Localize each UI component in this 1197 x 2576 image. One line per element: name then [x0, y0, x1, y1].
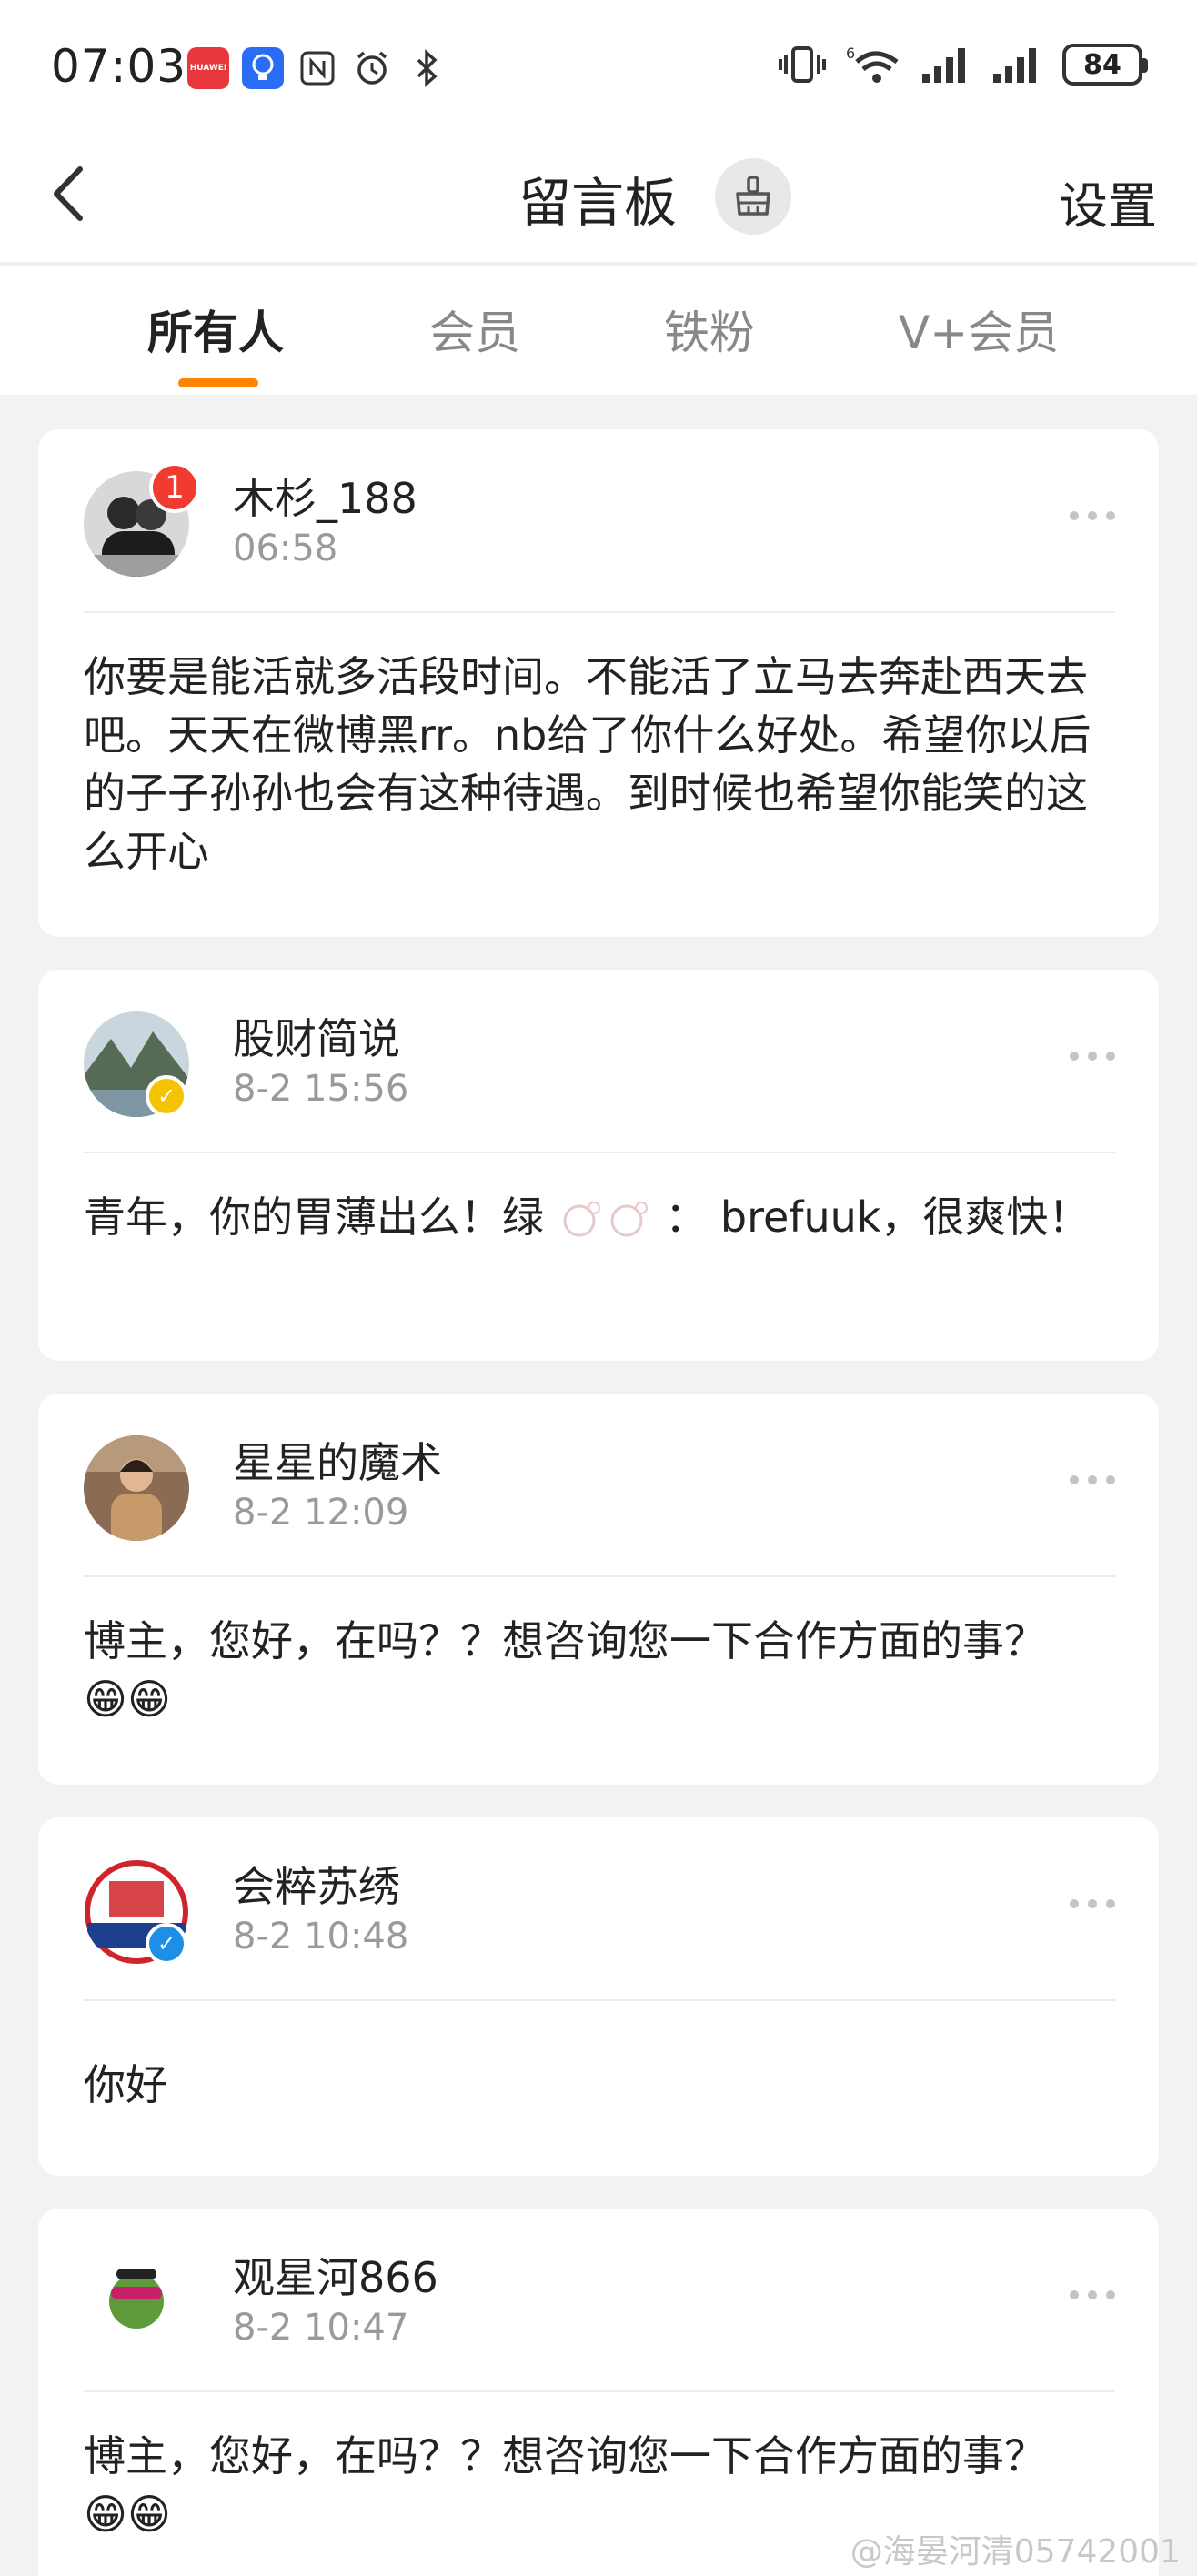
huawei-icon: HUAWEI — [187, 47, 229, 89]
page-title: 留言板 — [518, 172, 678, 234]
message-text-part: ： brefuuk，很爽快！ — [665, 1192, 1091, 1242]
tab-everyone[interactable]: 所有人 — [147, 297, 284, 362]
svg-text:6: 6 — [846, 45, 855, 62]
grin-emoji-icon: 😁😁 — [84, 1675, 171, 1724]
avatar[interactable] — [84, 2250, 189, 2356]
lightbulb-icon — [242, 47, 284, 89]
message-text-part: 博主，您好，在吗？？想咨询您一下合作方面的事？ — [84, 2431, 1046, 2480]
settings-button[interactable]: 设置 — [1059, 166, 1157, 237]
message-card[interactable]: ✓ 会粹苏绣 8-2 10:48 你好 — [38, 1817, 1159, 2176]
status-right: 6 84 — [779, 44, 1148, 86]
signal-icon — [922, 48, 965, 83]
status-time: 07:03 — [51, 40, 187, 93]
divider — [84, 2390, 1115, 2392]
message-text: 你好 — [84, 2060, 167, 2109]
back-button[interactable] — [40, 162, 104, 226]
tab-vplus-members[interactable]: V+会员 — [899, 297, 1059, 362]
bluetooth-icon — [406, 47, 448, 89]
avatar[interactable] — [84, 1435, 189, 1541]
divider — [84, 1152, 1115, 1153]
more-options-button[interactable] — [1070, 1052, 1115, 1061]
username[interactable]: 星星的魔术 — [233, 1430, 442, 1490]
timestamp: 06:58 — [233, 528, 338, 569]
message-card[interactable]: 观星河866 8-2 10:47 博主，您好，在吗？？想咨询您一下合作方面的事？… — [38, 2209, 1159, 2576]
wifi-icon: 6 — [846, 45, 899, 83]
tab-bar: 所有人 会员 铁粉 V+会员 — [0, 266, 1197, 395]
message-text-part: 博主，您好，在吗？？想咨询您一下合作方面的事？ — [84, 1616, 1046, 1665]
username[interactable]: 木杉_188 — [233, 466, 417, 526]
nav-bar: 留言板 设置 — [0, 136, 1197, 264]
battery-indicator: 84 — [1062, 44, 1148, 86]
clear-button[interactable] — [715, 158, 791, 235]
timestamp: 8-2 10:48 — [233, 1916, 409, 1957]
message-text: 青年，你的胃薄出么！绿 ： brefuuk，很爽快！ — [84, 1188, 1113, 1246]
vibrate-icon — [779, 46, 826, 83]
timestamp: 8-2 15:56 — [233, 1068, 409, 1110]
username[interactable]: 观星河866 — [233, 2245, 438, 2305]
message-card[interactable]: 星星的魔术 8-2 12:09 博主，您好，在吗？？想咨询您一下合作方面的事？ … — [38, 1394, 1159, 1785]
unread-badge: 1 — [149, 462, 200, 513]
more-options-button[interactable] — [1070, 1475, 1115, 1484]
message-text-part: 青年，你的胃薄出么！绿 — [84, 1192, 544, 1242]
divider — [84, 611, 1115, 613]
more-options-button[interactable] — [1070, 1899, 1115, 1908]
alarm-icon — [351, 47, 393, 89]
grin-emoji-icon: 😁😁 — [84, 2490, 171, 2539]
message-text: 博主，您好，在吗？？想咨询您一下合作方面的事？ 😁😁 — [84, 1612, 1113, 1728]
verified-badge-icon: ✓ — [146, 1075, 187, 1117]
verified-badge-icon: ✓ — [146, 1923, 187, 1965]
message-text: 你要是能活就多活段时间。不能活了立马去奔赴西天去吧。天天在微博黑rr。nb给了你… — [84, 652, 1091, 876]
nfc-icon — [297, 47, 338, 89]
status-bar: 07:03 HUAWEI 6 84 — [0, 0, 1197, 136]
chevron-left-icon — [54, 166, 83, 221]
watermark: @海晏河清05742001 — [850, 2533, 1181, 2571]
broom-icon — [736, 176, 770, 216]
tab-iron-fans[interactable]: 铁粉 — [664, 297, 755, 362]
divider — [84, 1999, 1115, 2001]
username[interactable]: 会粹苏绣 — [233, 1854, 400, 1914]
divider — [84, 1575, 1115, 1577]
username[interactable]: 股财简说 — [233, 1006, 400, 1066]
active-tab-indicator — [178, 378, 258, 387]
more-options-button[interactable] — [1070, 511, 1115, 520]
bubble-emoji-icon — [563, 1202, 600, 1237]
tab-members[interactable]: 会员 — [429, 297, 520, 362]
more-options-button[interactable] — [1070, 2290, 1115, 2299]
message-card[interactable]: ✓ 股财简说 8-2 15:56 青年，你的胃薄出么！绿 ： brefuuk，很… — [38, 970, 1159, 1361]
timestamp: 8-2 12:09 — [233, 1492, 409, 1534]
message-card[interactable]: 1 木杉_188 06:58 你要是能活就多活段时间。不能活了立马去奔赴西天去吧… — [38, 429, 1159, 937]
signal-icon-2 — [993, 48, 1036, 83]
timestamp: 8-2 10:47 — [233, 2307, 409, 2349]
status-app-icons: HUAWEI — [187, 47, 448, 89]
bubble-emoji-icon — [610, 1202, 648, 1237]
